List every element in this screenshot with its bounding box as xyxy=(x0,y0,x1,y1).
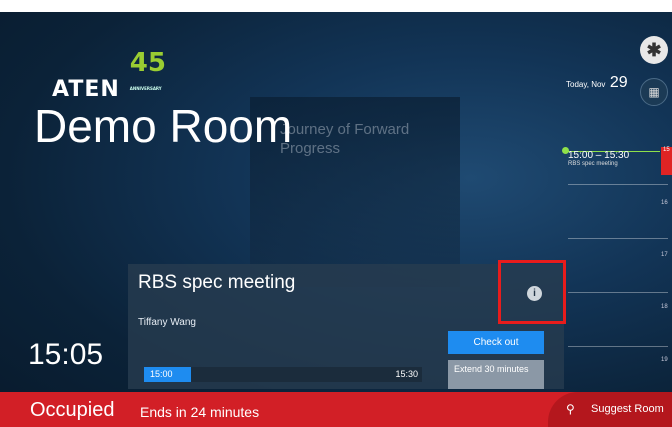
meeting-organizer: Tiffany Wang xyxy=(138,317,196,328)
timeline-hour-16: 16 xyxy=(661,200,668,206)
timeline-hour-15: 15 xyxy=(661,147,672,175)
current-time: 15:05 xyxy=(28,338,104,371)
brand-name: ATEN xyxy=(52,77,120,102)
timeline-hour-17: 17 xyxy=(661,252,668,258)
timeline-event[interactable]: 15:00 – 15:30 RBS spec meeting xyxy=(568,150,658,167)
meeting-title: RBS spec meeting xyxy=(138,272,296,293)
meeting-progress-bar: 15:00 15:30 xyxy=(144,367,422,382)
room-status: Occupied xyxy=(30,399,115,421)
check-out-button[interactable]: Check out xyxy=(448,331,544,354)
date-day: 29 xyxy=(609,74,628,91)
timeline-hour-19: 19 xyxy=(661,357,668,363)
timeline-gridline xyxy=(568,292,668,293)
meeting-end-time: 15:30 xyxy=(395,369,418,379)
timeline-hour-18: 18 xyxy=(661,304,668,310)
timeline-gridline xyxy=(568,238,668,239)
anniversary-number: 45 xyxy=(129,48,166,78)
brand-logo: ATEN 45 ANNIVERSARY xyxy=(52,50,166,102)
anniversary-sub: ANNIVERSARY xyxy=(129,86,162,91)
settings-icon: ✱ xyxy=(646,39,662,60)
date-label: Today, Nov xyxy=(566,80,606,89)
meeting-start-time: 15:00 xyxy=(150,369,173,379)
info-icon[interactable]: i xyxy=(527,286,542,301)
room-search-icon: ⚲ xyxy=(566,402,575,416)
date-display: Today, Nov 29 xyxy=(566,74,628,92)
anniversary-badge: 45 ANNIVERSARY xyxy=(130,50,166,102)
day-timeline[interactable]: 15:00 – 15:30 RBS spec meeting 15 16 17 … xyxy=(562,132,672,392)
suggest-room-label: Suggest Room xyxy=(591,403,664,415)
settings-button[interactable]: ✱ xyxy=(640,36,668,64)
status-bar: Occupied Ends in 24 minutes ⚲ Suggest Ro… xyxy=(0,392,672,427)
extend-meeting-button[interactable]: Extend 30 minutes xyxy=(448,360,544,389)
timeline-event-time: 15:00 – 15:30 xyxy=(568,150,630,161)
poster-text: Journey of Forward Progress xyxy=(280,121,410,157)
room-display-screen: Journey of Forward Progress ATEN 45 ANNI… xyxy=(0,12,672,427)
suggest-room-button[interactable]: ⚲ Suggest Room xyxy=(548,392,672,427)
room-name: Demo Room xyxy=(34,100,293,152)
timeline-event-name: RBS spec meeting xyxy=(568,161,618,167)
calendar-icon: ▦ xyxy=(648,85,660,99)
calendar-button[interactable]: ▦ xyxy=(640,78,668,106)
meeting-card: RBS spec meeting Tiffany Wang i Check ou… xyxy=(128,260,566,389)
status-detail: Ends in 24 minutes xyxy=(140,404,260,420)
timeline-gridline xyxy=(568,346,668,347)
timeline-gridline xyxy=(568,184,668,185)
